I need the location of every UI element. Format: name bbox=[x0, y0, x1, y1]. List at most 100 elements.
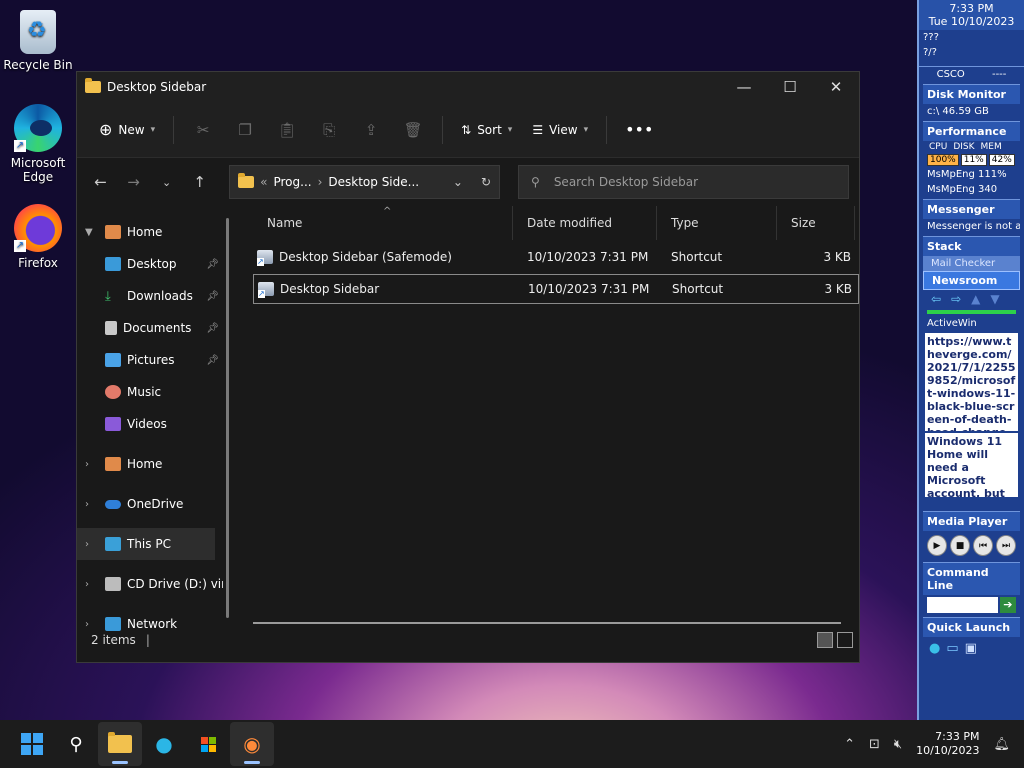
nav-onedrive[interactable]: › OneDrive bbox=[77, 488, 235, 520]
breadcrumb-item[interactable]: Desktop Side... bbox=[328, 175, 419, 189]
nav-desktop[interactable]: Desktop 📌︎ bbox=[77, 248, 235, 280]
item-count: 2 items bbox=[91, 633, 136, 647]
chevron-right-icon[interactable]: › bbox=[85, 499, 99, 510]
nav-pictures[interactable]: Pictures 📌︎ bbox=[77, 344, 235, 376]
taskbar-desktop-sidebar[interactable]: ◉ bbox=[230, 722, 274, 766]
nav-downloads[interactable]: ⤓ Downloads 📌︎ bbox=[77, 280, 235, 312]
nav-home[interactable]: › Home bbox=[77, 448, 235, 480]
panel-header[interactable]: Messenger bbox=[923, 199, 1020, 219]
breadcrumb-item[interactable]: Prog... bbox=[273, 175, 311, 189]
newsroom-tab[interactable]: Newsroom bbox=[923, 271, 1020, 290]
file-date: 10/10/2023 7:31 PM bbox=[527, 250, 649, 264]
panel-header[interactable]: Quick Launch bbox=[923, 617, 1020, 637]
taskbar-clock[interactable]: 7:33 PM 10/10/2023 bbox=[916, 730, 979, 758]
column-header-date[interactable]: Date modified bbox=[513, 206, 657, 240]
recent-locations-button[interactable]: ⌄ bbox=[153, 176, 180, 189]
taskbar-file-explorer[interactable] bbox=[98, 722, 142, 766]
chevron-up-icon[interactable]: ⌃ bbox=[844, 737, 855, 752]
view-button[interactable]: ☰ View ▾ bbox=[524, 117, 596, 143]
new-button[interactable]: ⊕ New ▾ bbox=[91, 114, 163, 145]
play-icon[interactable]: ▶ bbox=[927, 535, 947, 556]
close-button[interactable]: ✕ bbox=[813, 72, 859, 102]
perf-labels: CPU DISK MEM bbox=[923, 141, 1020, 153]
file-row[interactable]: Desktop Sidebar (Safemode) 10/10/2023 7:… bbox=[253, 242, 859, 272]
panel-header[interactable]: Media Player bbox=[923, 511, 1020, 531]
arrow-up-icon[interactable]: ▲ bbox=[971, 292, 980, 306]
command-input[interactable] bbox=[927, 597, 998, 613]
arrow-right-icon[interactable]: ⇨ bbox=[951, 292, 961, 306]
horizontal-scrollbar[interactable] bbox=[253, 622, 841, 624]
desktop-icon-firefox[interactable]: ↗ Firefox bbox=[1, 204, 75, 270]
panel-header[interactable]: Disk Monitor bbox=[923, 84, 1020, 104]
sidebar-time: 7:33 PM bbox=[949, 2, 994, 15]
taskbar-edge[interactable]: ● bbox=[142, 722, 186, 766]
desktop-icon-recycle-bin[interactable]: Recycle Bin bbox=[1, 10, 75, 72]
volume-muted-icon[interactable]: 🔇︎ bbox=[894, 737, 902, 752]
cpu-label: CPU bbox=[929, 142, 948, 152]
panel-header[interactable]: Stack bbox=[923, 236, 1020, 256]
nav-music[interactable]: Music bbox=[77, 376, 235, 408]
stop-icon[interactable]: ■ bbox=[950, 535, 970, 556]
nav-cd-drive[interactable]: › CD Drive (D:) virt bbox=[77, 568, 235, 600]
copy-icon[interactable]: ❐ bbox=[226, 121, 264, 139]
notifications-icon[interactable]: 🔔︎ bbox=[993, 737, 1010, 752]
news-link[interactable]: https://www.theverge.com/2021/7/1/225598… bbox=[927, 335, 1016, 431]
news-item[interactable]: https://www.theverge.com/2021/7/1/225598… bbox=[925, 333, 1018, 431]
column-header-type[interactable]: Type bbox=[657, 206, 777, 240]
refresh-icon[interactable]: ↻ bbox=[481, 175, 491, 189]
nav-home-expanded[interactable]: ▼ Home bbox=[77, 216, 235, 248]
mail-checker-tab[interactable]: Mail Checker bbox=[923, 256, 1020, 271]
address-bar[interactable]: « Prog... › Desktop Side... ⌄ ↻ bbox=[229, 165, 501, 199]
next-icon[interactable]: ⏭︎ bbox=[996, 535, 1016, 556]
tiles-view-button[interactable] bbox=[837, 632, 853, 648]
nav-documents[interactable]: Documents 📌︎ bbox=[77, 312, 235, 344]
file-row-selected[interactable]: Desktop Sidebar 10/10/2023 7:31 PM Short… bbox=[253, 274, 859, 304]
search-button[interactable]: ⚲ bbox=[54, 722, 98, 766]
chevron-down-icon[interactable]: ▼ bbox=[85, 227, 99, 238]
search-box[interactable]: ⚲ Search Desktop Sidebar bbox=[518, 165, 850, 199]
more-options-button[interactable]: ••• bbox=[617, 114, 661, 145]
nav-this-pc[interactable]: › This PC bbox=[77, 528, 215, 560]
previous-icon[interactable]: ⏮︎ bbox=[973, 535, 993, 556]
search-placeholder: Search Desktop Sidebar bbox=[553, 175, 699, 189]
nav-videos[interactable]: Videos bbox=[77, 408, 235, 440]
stock-ticker[interactable]: CSCO ---- bbox=[919, 66, 1024, 82]
edge-icon[interactable]: ● bbox=[929, 641, 940, 656]
chevron-right-icon[interactable]: › bbox=[85, 459, 99, 470]
nav-scrollbar[interactable] bbox=[226, 218, 229, 618]
desktop-icon-edge[interactable]: ↗ Microsoft Edge bbox=[1, 104, 75, 184]
folder-icon bbox=[85, 78, 101, 93]
minimize-button[interactable]: — bbox=[721, 72, 767, 102]
up-button[interactable]: ↑ bbox=[186, 173, 213, 191]
mem-value: 42% bbox=[988, 154, 1015, 166]
details-view-button[interactable] bbox=[817, 632, 833, 648]
news-item[interactable]: Windows 11 Home will need a Microsoft ac… bbox=[925, 433, 1018, 497]
window-switch-icon[interactable]: ▣ bbox=[965, 641, 977, 656]
title-bar[interactable]: Desktop Sidebar — ☐ ✕ bbox=[77, 72, 859, 102]
arrow-left-icon[interactable]: ⇦ bbox=[931, 292, 941, 306]
chevron-right-icon[interactable]: › bbox=[85, 579, 99, 590]
start-button[interactable] bbox=[10, 722, 54, 766]
panel-header[interactable]: Performance bbox=[923, 121, 1020, 141]
panel-header[interactable]: Command Line bbox=[923, 562, 1020, 595]
back-button[interactable]: ← bbox=[87, 173, 114, 191]
column-header-size[interactable]: Size bbox=[777, 206, 855, 240]
paste-icon[interactable]: 📋︎ bbox=[268, 121, 306, 139]
chevron-down-icon[interactable]: ⌄ bbox=[453, 175, 463, 189]
forward-button[interactable]: → bbox=[120, 173, 147, 191]
arrow-down-icon[interactable]: ▼ bbox=[990, 292, 999, 306]
run-arrow-icon[interactable]: ➔ bbox=[999, 597, 1016, 613]
sort-button[interactable]: ⇅ Sort ▾ bbox=[453, 117, 520, 143]
maximize-button[interactable]: ☐ bbox=[767, 72, 813, 102]
news-headline[interactable]: Windows 11 Home will need a Microsoft ac… bbox=[927, 435, 1005, 497]
rename-icon[interactable]: ⎘ bbox=[310, 121, 348, 139]
chevron-right-icon[interactable]: › bbox=[85, 539, 99, 550]
chevron-down-icon: ▾ bbox=[583, 124, 589, 135]
cut-icon[interactable]: ✂ bbox=[184, 121, 222, 139]
network-icon[interactable]: ⊡ bbox=[869, 737, 880, 752]
delete-icon[interactable]: 🗑︎ bbox=[394, 121, 432, 139]
taskbar-store[interactable] bbox=[186, 722, 230, 766]
breadcrumb-overflow[interactable]: « bbox=[260, 175, 267, 189]
share-icon[interactable]: ⇪ bbox=[352, 121, 390, 139]
desktop-icon[interactable]: ▭ bbox=[946, 641, 958, 656]
